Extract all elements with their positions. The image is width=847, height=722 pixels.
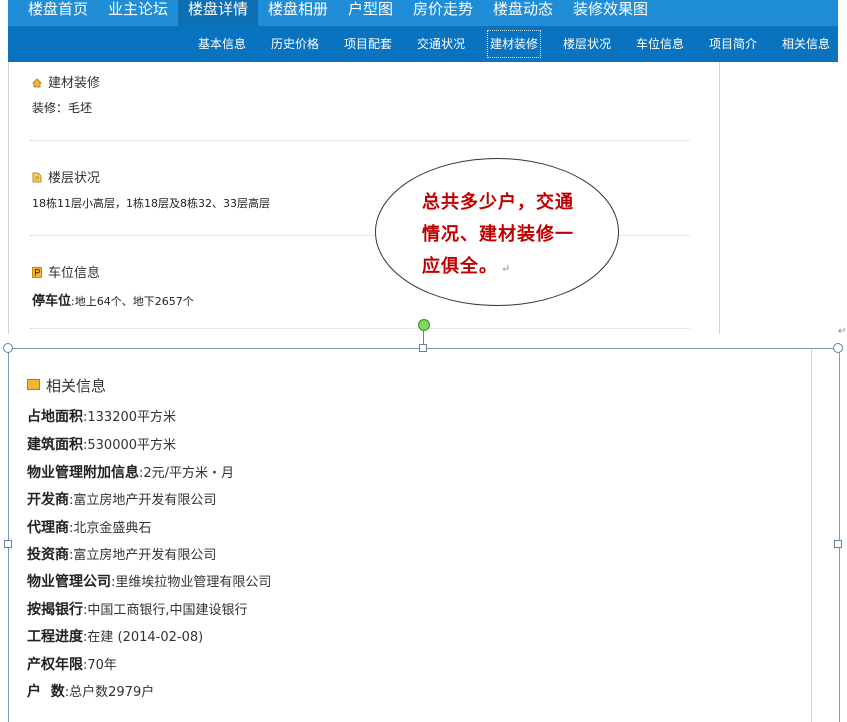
sub-nav-item-floors[interactable]: 楼层状况	[563, 26, 611, 62]
info-value: :530000平方米	[83, 438, 177, 453]
info-value: :在建 (2014-02-08)	[83, 630, 204, 645]
section-title-related: 相关信息	[27, 375, 106, 396]
resize-handle-top-left[interactable]	[3, 343, 13, 353]
rotate-handle[interactable]	[418, 319, 430, 331]
callout-text: 总共多少户，交通情况、建材装修一应俱全。 ↵	[422, 192, 574, 277]
return-mark: ↵	[838, 326, 847, 337]
info-key: 开发商	[27, 492, 69, 508]
info-row: 占地面积:133200平方米	[27, 406, 176, 426]
sub-nav-item-facilities[interactable]: 项目配套	[344, 26, 392, 62]
sub-nav-item-basic[interactable]: 基本信息	[198, 26, 246, 62]
top-nav-item-forum[interactable]: 业主论坛	[98, 0, 178, 26]
decoration-value: 毛坯	[68, 101, 93, 115]
info-row: 代理商:北京金盛典石	[27, 517, 151, 537]
section-title-parking: 车位信息	[32, 262, 100, 281]
resize-handle-left[interactable]	[4, 540, 12, 548]
section-title-decoration: 建材装修	[32, 72, 100, 91]
info-value: :富立房地产开发有限公司	[69, 548, 217, 563]
sub-nav-item-related[interactable]: 相关信息	[782, 26, 830, 62]
info-row: 物业管理附加信息:2元/平方米・月	[27, 462, 234, 482]
info-key: 占地面积	[27, 409, 83, 425]
house-icon	[32, 77, 42, 88]
info-key: 代理商	[27, 520, 69, 536]
sub-nav-item-history-price[interactable]: 历史价格	[271, 26, 319, 62]
resize-handle-top-right[interactable]	[833, 343, 843, 353]
info-value: :里维埃拉物业管理有限公司	[111, 575, 272, 590]
section-title-floors: 楼层状况	[32, 167, 100, 186]
info-row: 产权年限:70年	[27, 654, 117, 674]
floors-text: 18栋11层小高层，1栋18层及8栋32、33层高层	[32, 197, 270, 210]
top-nav-item-news[interactable]: 楼盘动态	[483, 0, 563, 26]
sub-nav-item-traffic[interactable]: 交通状况	[417, 26, 465, 62]
document-icon	[32, 172, 42, 183]
top-nav-item-details[interactable]: 楼盘详情	[178, 0, 259, 26]
decoration-row: 装修：毛坯	[32, 99, 92, 116]
parking-icon	[32, 267, 42, 278]
info-value: :中国工商银行,中国建设银行	[83, 603, 248, 618]
decoration-label: 装修：	[32, 101, 69, 115]
top-nav-item-price-trend[interactable]: 房价走势	[403, 0, 483, 26]
top-nav: 楼盘首页 业主论坛 楼盘详情 楼盘相册 户型图 房价走势 楼盘动态 装修效果图	[8, 0, 838, 26]
sub-nav-item-intro[interactable]: 项目简介	[709, 26, 757, 62]
top-nav-item-album[interactable]: 楼盘相册	[258, 0, 338, 26]
info-key: 物业管理附加信息	[27, 465, 139, 481]
resize-handle-right[interactable]	[834, 540, 842, 548]
top-nav-item-floorplan[interactable]: 户型图	[338, 0, 403, 26]
sub-nav-item-materials[interactable]: 建材装修	[486, 30, 542, 58]
parking-row: 停车位:地上64个、地下2657个	[32, 290, 194, 309]
info-row: 工程进度:在建 (2014-02-08)	[27, 626, 203, 646]
info-row: 物业管理公司:里维埃拉物业管理有限公司	[27, 571, 271, 591]
info-row: 建筑面积:530000平方米	[27, 434, 176, 454]
divider	[30, 328, 690, 329]
info-key: 产权年限	[27, 657, 83, 673]
parking-value: :地上64个、地下2657个	[71, 295, 194, 308]
return-mark: ↵	[501, 262, 512, 275]
info-value: :北京金盛典石	[69, 521, 152, 536]
info-key: 物业管理公司	[27, 574, 111, 590]
info-value: :富立房地产开发有限公司	[69, 493, 217, 508]
resize-handle-top[interactable]	[419, 344, 427, 352]
divider	[30, 140, 690, 141]
info-row: 户 数:总户数2979户	[27, 681, 154, 701]
info-row: 按揭银行:中国工商银行,中国建设银行	[27, 599, 248, 619]
info-value: :70年	[83, 658, 117, 673]
top-nav-item-decoration-gallery[interactable]: 装修效果图	[563, 0, 658, 26]
folder-icon	[27, 379, 40, 390]
content-border	[811, 349, 812, 722]
parking-label: 停车位	[32, 294, 72, 309]
sub-nav: 基本信息 历史价格 项目配套 交通状况 建材装修 楼层状况 车位信息 项目简介 …	[8, 26, 838, 62]
info-value: :总户数2979户	[64, 685, 155, 700]
info-key: 工程进度	[27, 629, 83, 645]
top-nav-item-home[interactable]: 楼盘首页	[18, 0, 98, 26]
info-row: 投资商:富立房地产开发有限公司	[27, 544, 216, 564]
info-key: 投资商	[27, 547, 69, 563]
info-key: 户 数	[27, 684, 65, 700]
sub-nav-item-parking[interactable]: 车位信息	[636, 26, 684, 62]
info-key: 建筑面积	[27, 437, 83, 453]
info-key: 按揭银行	[27, 602, 83, 618]
info-value: :2元/平方米・月	[139, 466, 235, 481]
info-value: :133200平方米	[83, 410, 177, 425]
callout-bubble: 总共多少户，交通情况、建材装修一应俱全。 ↵	[375, 158, 619, 306]
info-row: 开发商:富立房地产开发有限公司	[27, 489, 216, 509]
